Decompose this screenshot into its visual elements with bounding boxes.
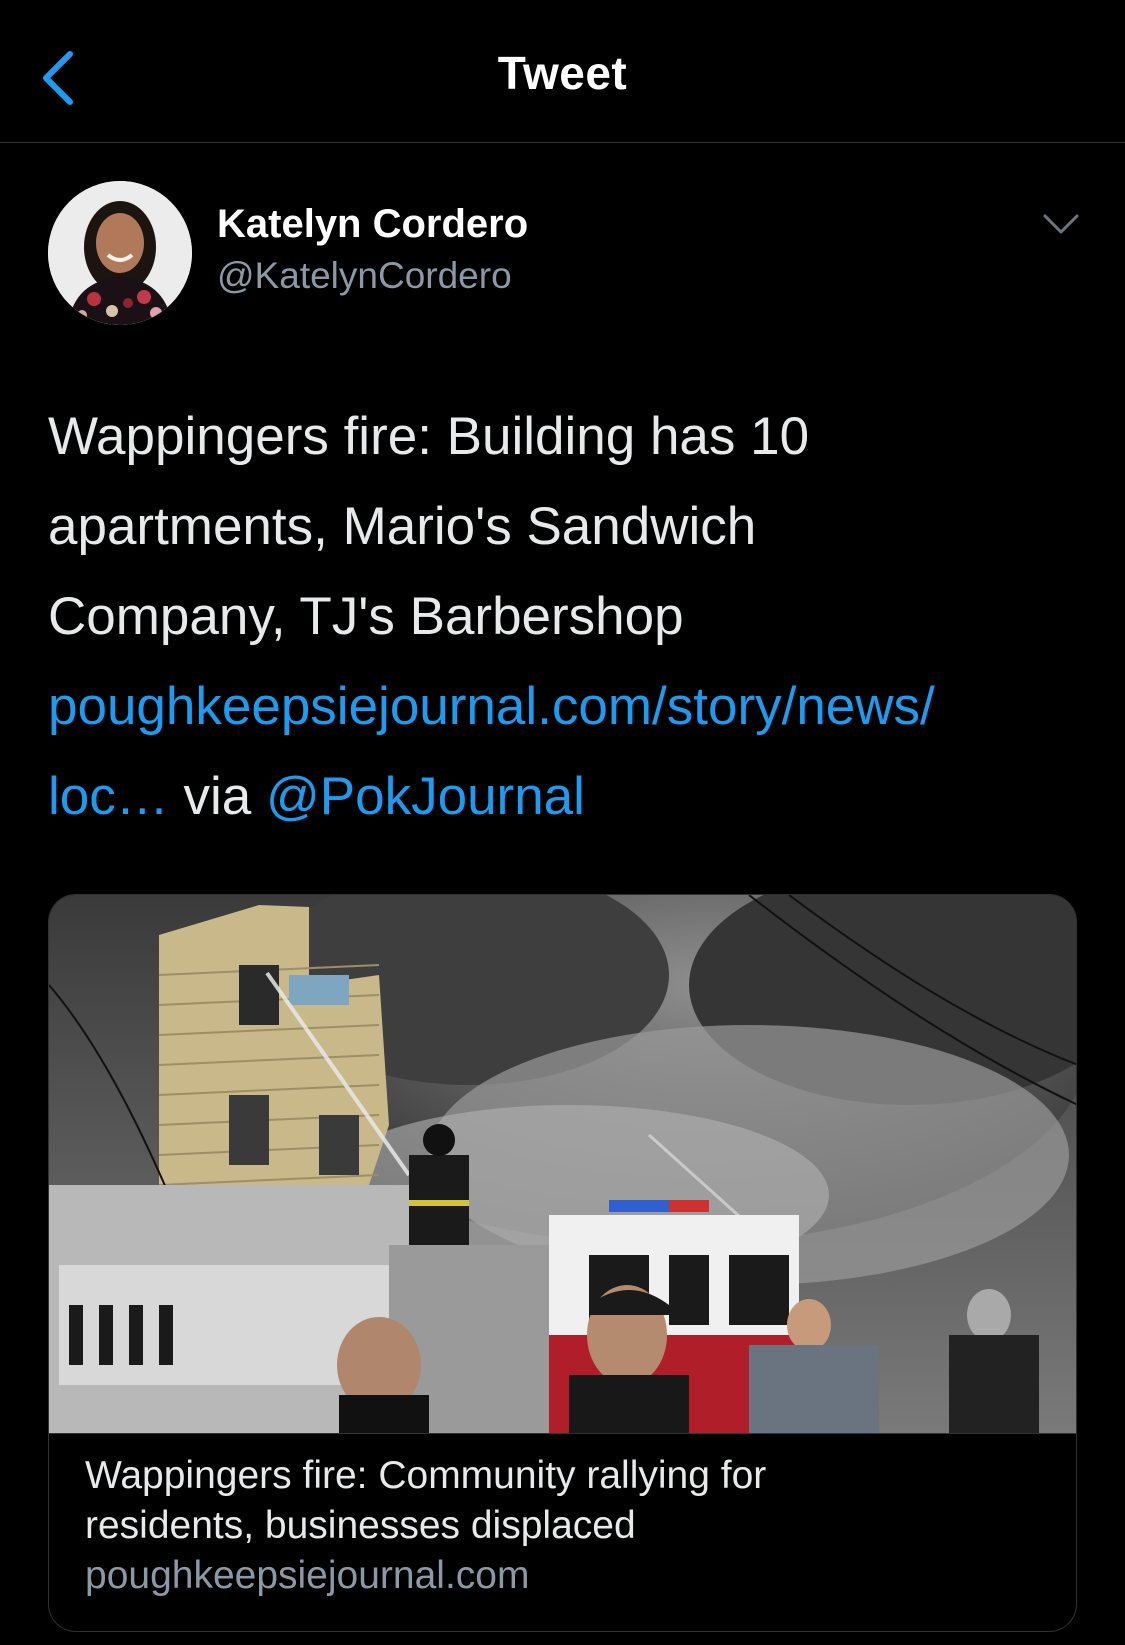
tweet-link-line: loc… via @PokJournal <box>48 752 1088 842</box>
avatar-image <box>48 181 192 325</box>
article-link-continued[interactable]: loc… <box>48 767 169 826</box>
card-title-line: residents, businesses displaced <box>85 1504 636 1547</box>
chevron-down-icon <box>1043 214 1079 234</box>
author-handle[interactable]: @KatelynCordero <box>217 255 512 297</box>
news-photo <box>49 895 1076 1434</box>
page-title: Tweet <box>497 47 628 99</box>
more-options-button[interactable] <box>1041 210 1091 250</box>
fire-scene-image <box>49 895 1076 1433</box>
article-link[interactable]: poughkeepsiejournal.com/story/news/ <box>48 677 935 736</box>
link-preview-card[interactable]: Wappingers fire: Community rallying for … <box>48 894 1077 1632</box>
tweet-text-line: Wappingers fire: Building has 10 <box>48 407 810 466</box>
via-text: via <box>168 767 266 826</box>
tweet-text-line: Company, TJ's Barbershop <box>48 587 684 646</box>
card-domain: poughkeepsiejournal.com <box>85 1554 530 1597</box>
avatar[interactable] <box>48 181 192 325</box>
tweet-text: Wappingers fire: Building has 10 apartme… <box>48 392 1088 842</box>
tweet-link-line: poughkeepsiejournal.com/story/news/ <box>48 662 1088 752</box>
card-title-line: Wappingers fire: Community rallying for <box>85 1454 767 1497</box>
card-text: Wappingers fire: Community rallying for … <box>85 1451 1045 1601</box>
top-navigation-bar: Tweet <box>0 0 1125 143</box>
author-name[interactable]: Katelyn Cordero <box>217 202 528 247</box>
tweet-text-line: apartments, Mario's Sandwich <box>48 497 757 556</box>
mention-link[interactable]: @PokJournal <box>266 767 585 826</box>
